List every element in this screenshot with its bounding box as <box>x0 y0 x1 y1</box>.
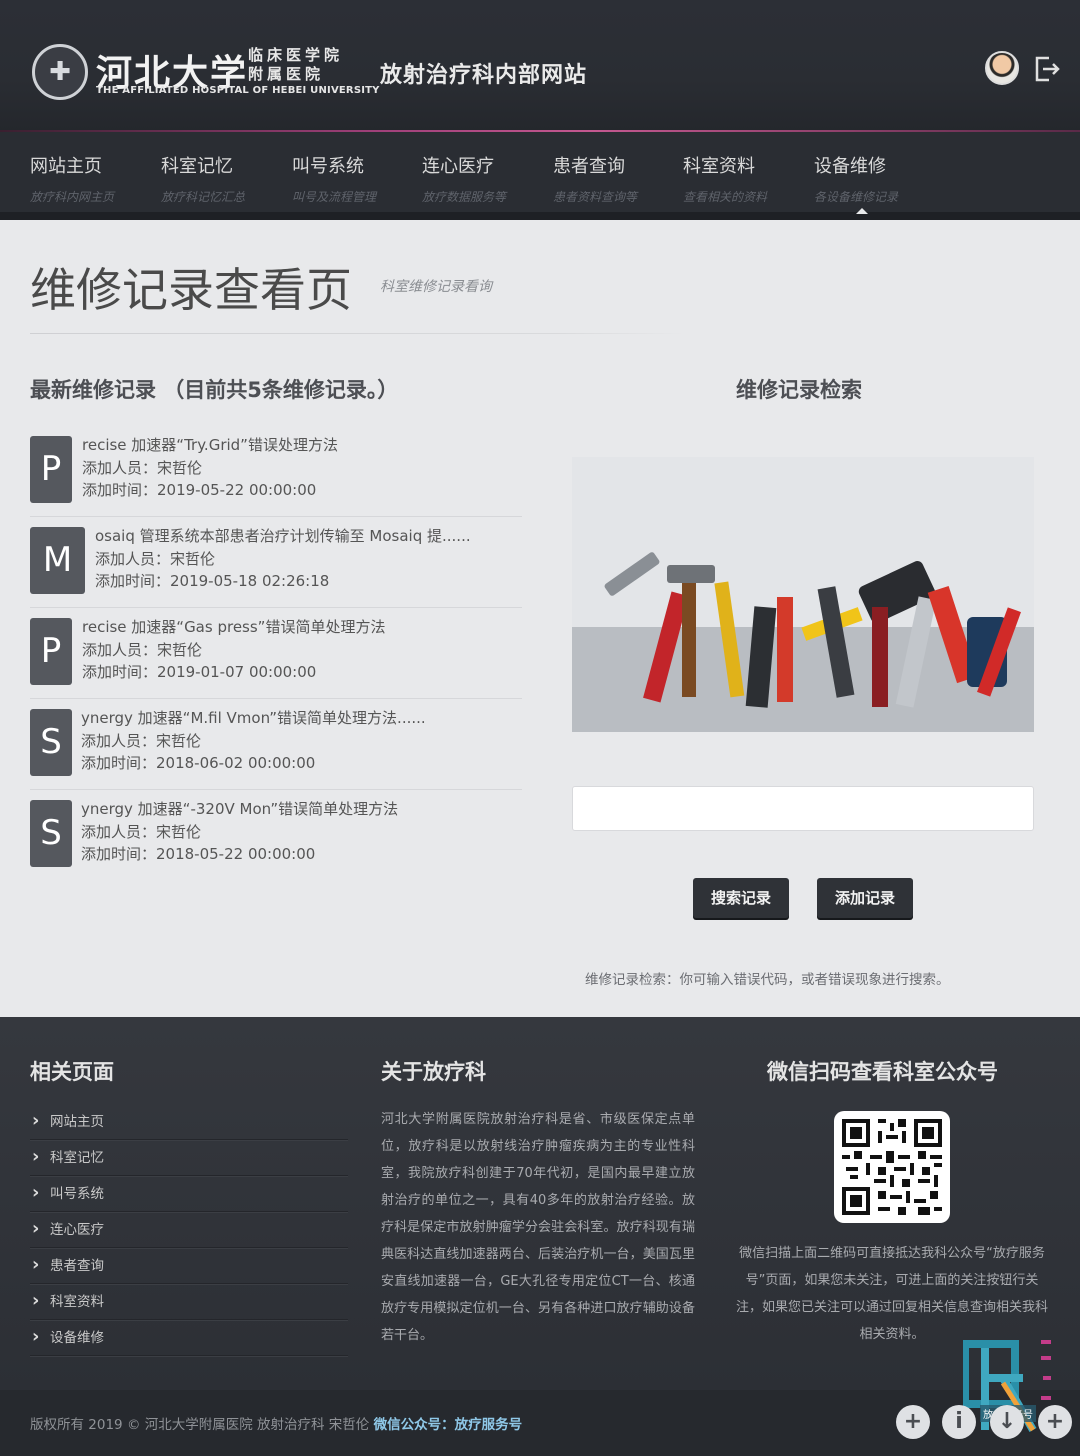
nav-item-patient-query[interactable]: 患者查询 患者资料查询等 <box>553 152 673 205</box>
scroll-down-icon[interactable]: ↓ <box>990 1405 1024 1439</box>
record-adder: 添加人员：宋哲伦 <box>95 549 216 568</box>
nav-item-title: 叫号系统 <box>292 156 364 177</box>
record-time: 添加时间：2018-05-22 00:00:00 <box>81 845 316 863</box>
nav-item-title: 连心医疗 <box>422 156 494 177</box>
page-title: 维修记录查看页 <box>30 263 352 317</box>
nav-item-title: 患者查询 <box>553 156 625 177</box>
search-records-button[interactable]: 搜索记录 <box>693 878 789 918</box>
record-letter-badge: S <box>30 800 72 867</box>
records-list: P recise 加速器“Try.Grid”错误处理方法 添加人员：宋哲伦 添加… <box>30 426 522 881</box>
nav-item-home[interactable]: 网站主页 放疗科内网主页 <box>30 152 150 205</box>
list-item[interactable]: P recise 加速器“Try.Grid”错误处理方法 添加人员：宋哲伦 添加… <box>30 426 522 517</box>
nav-item-memory[interactable]: 科室记忆 放疗科记忆汇总 <box>161 152 281 205</box>
logo-college-name: 临床医学院附属医院 <box>248 46 344 83</box>
footer-links: 网站主页 科室记忆 叫号系统 连心医疗 患者查询 科室资料 设备维修 <box>30 1103 348 1356</box>
record-time: 添加时间：2019-05-18 02:26:18 <box>95 572 330 590</box>
copyright-text: 版权所有 2019 © 河北大学附属医院 放射治疗科 宋哲伦 微信公众号：放疗服… <box>30 1413 522 1433</box>
nav-item-title: 设备维修 <box>814 156 886 177</box>
footer-link-lianxin[interactable]: 连心医疗 <box>30 1211 348 1248</box>
footer-link-documents[interactable]: 科室资料 <box>30 1283 348 1320</box>
plus-icon[interactable]: + <box>896 1405 930 1439</box>
record-title[interactable]: recise 加速器“Gas press”错误简单处理方法 <box>82 616 385 639</box>
copyright-wechat-link[interactable]: 微信公众号：放疗服务号 <box>374 1417 523 1433</box>
footer-wechat-heading: 微信扫码查看科室公众号 <box>767 1060 998 1084</box>
add-icon[interactable]: + <box>1038 1405 1072 1439</box>
search-hint: 维修记录检索：你可输入错误代码，或者错误现象进行搜索。 <box>585 972 950 988</box>
page-subtitle: 科室维修记录看询 <box>380 279 492 295</box>
nav-item-subtitle: 查看相关的资料 <box>683 190 768 204</box>
active-nav-caret-icon <box>856 208 868 214</box>
nav-item-queue[interactable]: 叫号系统 叫号及流程管理 <box>292 152 412 205</box>
nav-item-subtitle: 放疗科记忆汇总 <box>161 190 246 204</box>
footer-wechat-text: 微信扫描上面二维码可直接抵达我科公众号“放疗服务号”页面，如果您未关注，可进上面… <box>736 1246 1049 1342</box>
list-item[interactable]: M osaiq 管理系统本部患者治疗计划传输至 Mosaiq 提...... 添… <box>30 517 522 608</box>
list-item[interactable]: P recise 加速器“Gas press”错误简单处理方法 添加人员：宋哲伦… <box>30 608 522 699</box>
nav-item-lianxin[interactable]: 连心医疗 放疗数据服务等 <box>422 152 542 205</box>
nav-item-subtitle: 放疗数据服务等 <box>422 190 507 204</box>
nav-item-documents[interactable]: 科室资料 查看相关的资料 <box>683 152 803 205</box>
record-title[interactable]: ynergy 加速器“M.fil Vmon”错误简单处理方法...... <box>81 707 426 730</box>
hospital-logo-icon[interactable] <box>32 44 88 100</box>
nav-item-title: 科室资料 <box>683 156 755 177</box>
footer-about-text: 河北大学附属医院放射治疗科是省、市级医保定点单位，放疗科是以放射线治疗肿瘤疾病为… <box>381 1112 695 1343</box>
nav-item-subtitle: 放疗科内网主页 <box>30 190 115 204</box>
record-adder: 添加人员：宋哲伦 <box>82 640 203 659</box>
nav-bottom-bar <box>0 212 1080 220</box>
copyright-prefix: 版权所有 2019 © 河北大学附属医院 放射治疗科 宋哲伦 <box>30 1417 370 1433</box>
search-heading: 维修记录检索 <box>736 378 862 402</box>
site-name: 放射治疗科内部网站 <box>380 63 588 88</box>
nav-item-equipment-repair[interactable]: 设备维修 各设备维修记录 <box>814 152 934 205</box>
footer-link-patient-query[interactable]: 患者查询 <box>30 1247 348 1284</box>
nav-item-title: 网站主页 <box>30 156 102 177</box>
footer-about-heading: 关于放疗科 <box>381 1060 486 1084</box>
record-time: 添加时间：2018-06-02 00:00:00 <box>81 754 316 772</box>
record-title[interactable]: osaiq 管理系统本部患者治疗计划传输至 Mosaiq 提...... <box>95 525 471 548</box>
user-avatar[interactable] <box>985 51 1019 85</box>
record-letter-badge: M <box>30 527 85 594</box>
footer-link-memory[interactable]: 科室记忆 <box>30 1139 348 1176</box>
nav-item-subtitle: 患者资料查询等 <box>553 190 638 204</box>
record-title[interactable]: recise 加速器“Try.Grid”错误处理方法 <box>82 434 338 457</box>
record-time: 添加时间：2019-05-22 00:00:00 <box>82 481 317 499</box>
record-adder: 添加人员：宋哲伦 <box>82 458 203 477</box>
list-item[interactable]: S ynergy 加速器“M.fil Vmon”错误简单处理方法...... 添… <box>30 699 522 790</box>
title-divider <box>30 333 685 334</box>
nav-item-title: 科室记忆 <box>161 156 233 177</box>
record-letter-badge: P <box>30 618 72 685</box>
logo-english-name: THE AFFILIATED HOSPITAL OF HEBEI UNIVERS… <box>96 85 380 96</box>
search-input[interactable] <box>572 786 1034 831</box>
record-adder: 添加人员：宋哲伦 <box>81 731 202 750</box>
footer-link-equipment-repair[interactable]: 设备维修 <box>30 1319 348 1356</box>
site-header: 河北大学 临床医学院附属医院 THE AFFILIATED HOSPITAL O… <box>0 0 1080 132</box>
wechat-qr-code <box>834 1111 950 1223</box>
logout-icon[interactable] <box>1032 54 1062 84</box>
record-letter-badge: S <box>30 709 72 776</box>
record-letter-badge: P <box>30 436 72 503</box>
record-time: 添加时间：2019-01-07 00:00:00 <box>82 663 317 681</box>
info-icon[interactable]: i <box>942 1405 976 1439</box>
footer-links-heading: 相关页面 <box>30 1060 114 1084</box>
record-adder: 添加人员：宋哲伦 <box>81 822 202 841</box>
record-title[interactable]: ynergy 加速器“-320V Mon”错误简单处理方法 <box>81 798 398 821</box>
records-heading: 最新维修记录 （目前共5条维修记录。） <box>30 378 399 402</box>
nav-item-subtitle: 各设备维修记录 <box>814 190 899 204</box>
list-item[interactable]: S ynergy 加速器“-320V Mon”错误简单处理方法 添加人员：宋哲伦… <box>30 790 522 881</box>
nav-item-subtitle: 叫号及流程管理 <box>292 190 377 204</box>
add-record-button[interactable]: 添加记录 <box>817 878 913 918</box>
footer-link-queue[interactable]: 叫号系统 <box>30 1175 348 1212</box>
main-nav: 网站主页 放疗科内网主页 科室记忆 放疗科记忆汇总 叫号系统 叫号及流程管理 连… <box>0 132 1080 216</box>
tools-image <box>572 457 1034 732</box>
footer-link-home[interactable]: 网站主页 <box>30 1103 348 1140</box>
